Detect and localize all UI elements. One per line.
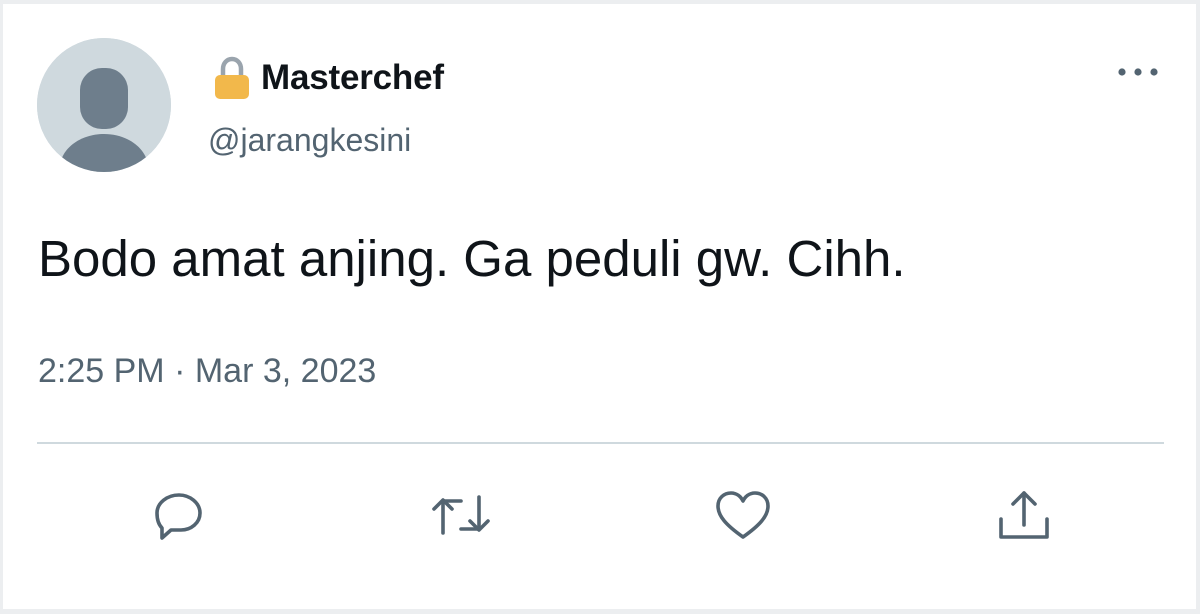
tweet-date: Mar 3, 2023 (194, 352, 377, 390)
tweet-text: Bodo amat anjing. Ga peduli gw. Cihh. (38, 230, 906, 287)
display-name[interactable]: Masterchef (261, 56, 444, 100)
retweet-button[interactable] (428, 482, 494, 548)
reply-icon (155, 493, 202, 540)
name-row: Masterchef (213, 56, 444, 100)
more-options-icon[interactable] (1111, 54, 1165, 90)
lock-icon (215, 56, 249, 99)
like-button[interactable] (710, 482, 776, 548)
reply-button[interactable] (146, 482, 212, 548)
user-handle[interactable]: @jarangkesini (208, 120, 411, 160)
tweet-timestamp[interactable]: 2:25 PM · Mar 3, 2023 (38, 349, 376, 393)
divider (37, 442, 1164, 444)
meta-separator: · (174, 352, 186, 390)
retweet-icon (432, 495, 490, 535)
tweet-card: Masterchef @jarangkesini Bodo amat anjin… (3, 4, 1196, 609)
avatar[interactable] (37, 38, 171, 172)
tweet-time: 2:25 PM (38, 352, 165, 390)
share-icon (999, 491, 1049, 539)
default-avatar-icon (37, 38, 171, 172)
share-button[interactable] (991, 482, 1057, 548)
like-icon (716, 491, 770, 539)
